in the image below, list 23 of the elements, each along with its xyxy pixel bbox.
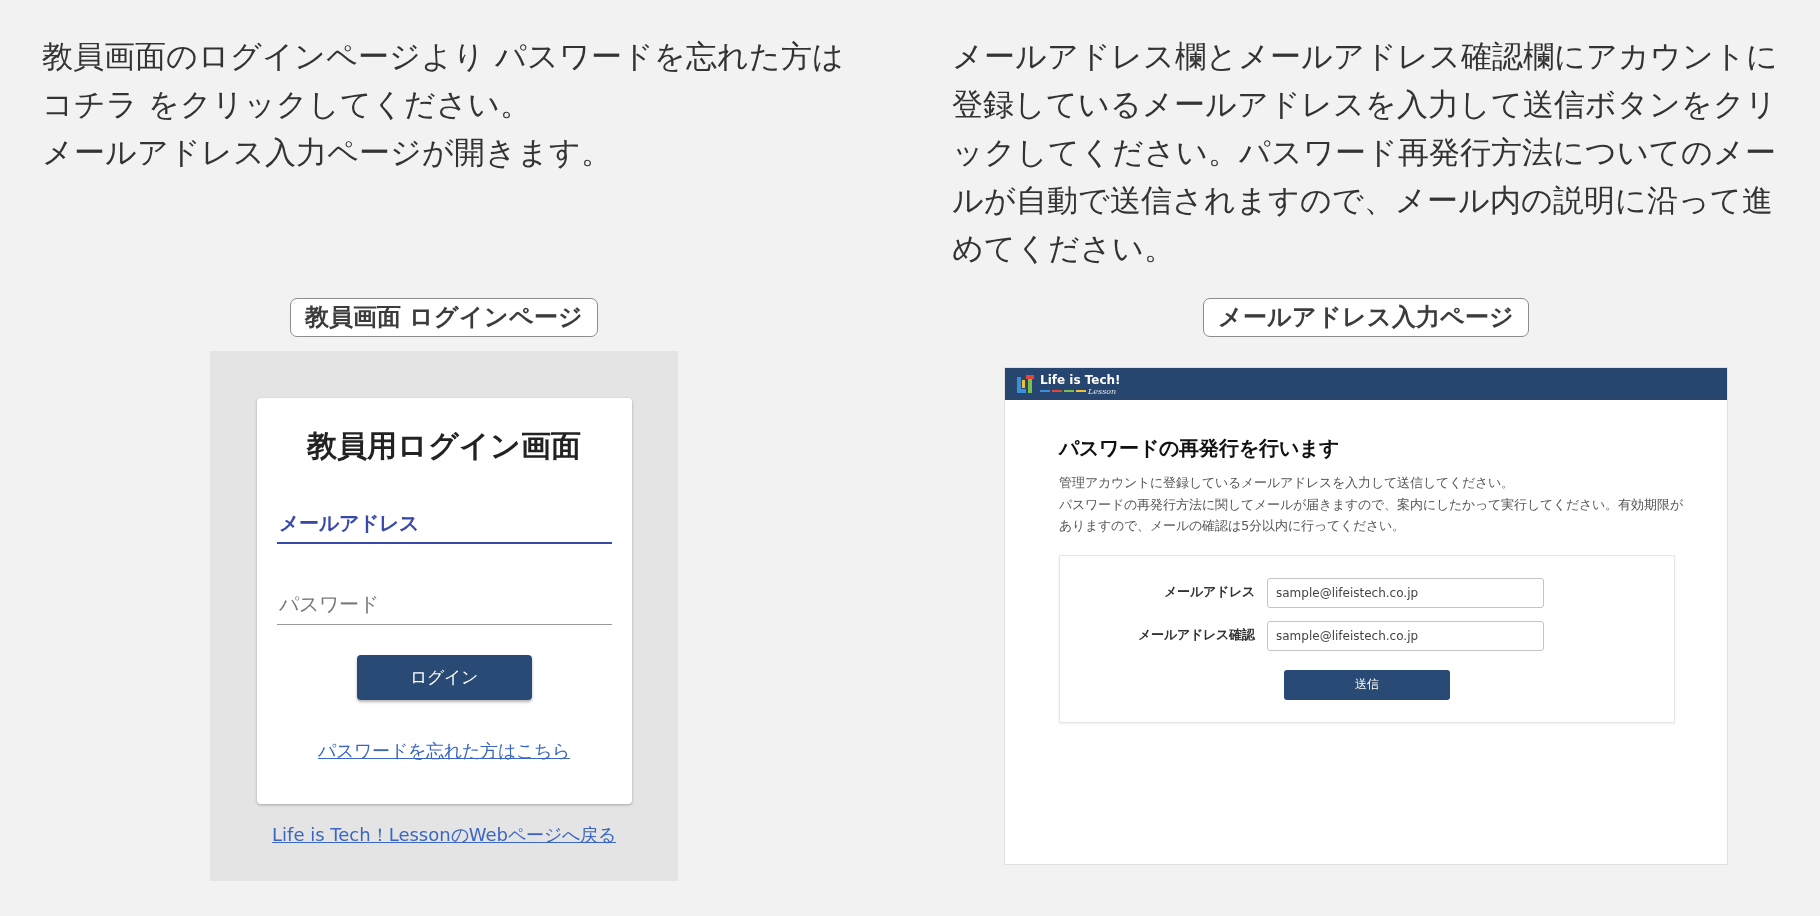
form-label: メールアドレス	[1163, 584, 1255, 601]
stripes-icon	[1040, 390, 1086, 392]
email-input[interactable]: sample@lifeistech.co.jp	[1267, 577, 1544, 608]
page-heading: パスワードの再発行を行います	[1059, 435, 1340, 462]
logo-subtitle: Lesson	[1088, 386, 1117, 396]
back-link[interactable]: Life is Tech！LessonのWebページへ戻る	[272, 823, 616, 847]
card-title: 教員用ログイン画面	[305, 428, 582, 464]
instruction-text: メールアドレス入力ページが開きます。	[42, 133, 613, 172]
instruction-text: メールアドレス欄とメールアドレス確認欄にアカウントに登録しているメールアドレスを入力して送信ボタンをクリックしてください。パスワード再発行方法についてのメールが自動で送信されますので、メール内の説明に沿って進めてください。	[952, 37, 1779, 268]
logo-text: Life is Tech!	[1040, 372, 1121, 387]
email-input[interactable]: sample@lifeistech.co.jp	[1267, 620, 1544, 651]
page-caption: メールアドレス入力ページ	[1203, 298, 1529, 337]
instruction-text: 教員画面のログインページより パスワードを忘れた方はコチラ をクリックしてください。	[42, 37, 845, 124]
login-button[interactable]: ログイン	[356, 655, 532, 700]
logo-icon	[1017, 375, 1034, 393]
page-caption: 教員画面 ログインページ	[289, 298, 599, 337]
forgot-password-link[interactable]: パスワードを忘れた方はこちら	[318, 739, 570, 763]
description-text: 管理アカウントに登録しているメールアドレスを入力して送信してください。	[1059, 474, 1515, 492]
form-label: メールアドレス確認	[1137, 627, 1255, 644]
email-field[interactable]: メールアドレス	[276, 501, 612, 544]
submit-button[interactable]: 送信	[1284, 669, 1450, 700]
password-field[interactable]: パスワード	[276, 582, 612, 625]
description-text: パスワードの再発行方法に関してメールが届きますので、案内にしたかって実行してください。有効期限がありますので、メールの確認は5分以内に行ってください。	[1059, 495, 1684, 535]
